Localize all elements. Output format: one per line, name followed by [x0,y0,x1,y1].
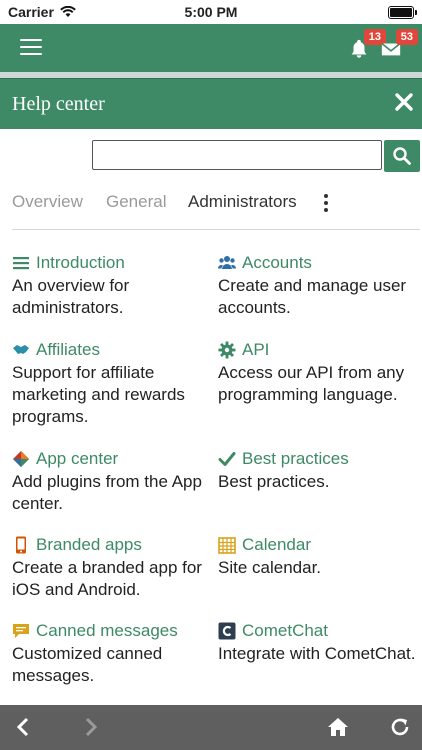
topic-description: Site calendar. [218,558,322,577]
topic-title: App center [36,449,119,468]
tab-bar: Overview General Administrators [12,192,410,216]
gear-icon [218,341,236,359]
battery-icon [388,6,417,19]
topic-title: Affiliates [36,340,100,359]
topic-title: API [242,340,270,359]
search-bar [92,140,420,172]
list-icon [13,257,29,270]
help-center-header: Help center [0,78,422,129]
search-button[interactable] [384,140,420,172]
topic-introduction: Introduction An overview for administrat… [12,252,212,319]
app-bar: 13 53 [0,24,422,72]
chat-icon [13,624,29,638]
tab-overview[interactable]: Overview [12,192,83,212]
tab-general[interactable]: General [106,192,166,212]
puzzle-icon [13,451,29,467]
panel-title: Help center [12,93,105,115]
topic-link[interactable]: Affiliates [12,339,212,361]
reload-button[interactable] [388,715,412,739]
topic-branded-apps: Branded apps Create a branded app for iO… [12,534,212,601]
menu-bar-line [20,46,42,48]
topic-title: Introduction [36,253,125,272]
close-button[interactable] [394,92,414,112]
topic-calendar: Calendar Site calendar. [218,534,418,579]
notifications-button[interactable]: 13 [348,29,386,63]
kebab-dot-icon [324,201,328,205]
topic-link[interactable]: Canned messages [12,620,212,642]
topic-accounts: Accounts Create and manage user accounts… [218,252,418,319]
topic-description: Add plugins from the App center. [12,472,202,513]
chevron-left-icon [16,717,29,737]
browser-toolbar [0,705,422,750]
topic-link[interactable]: Calendar [218,534,418,556]
messages-button[interactable]: 53 [380,29,418,63]
topic-description: Support for affiliate marketing and rewa… [12,363,185,426]
more-tabs-button[interactable] [324,194,330,214]
topic-app-center: App center Add plugins from the App cent… [12,448,212,515]
topic-title: Branded apps [36,535,142,554]
search-input[interactable] [92,140,382,170]
menu-bar-line [20,53,42,55]
menu-button[interactable] [20,39,42,57]
topic-affiliates: Affiliates Support for affiliate marketi… [12,339,212,428]
topic-api: API Access our API from any programming … [218,339,418,406]
check-icon [218,452,236,466]
status-time: 5:00 PM [184,4,238,20]
status-bar: Carrier 5:00 PM [0,0,422,24]
back-button[interactable] [12,715,36,739]
calendar-icon [218,537,236,554]
topic-description: An overview for administrators. [12,276,130,317]
topic-description: Create and manage user accounts. [218,276,407,317]
topic-link[interactable]: Introduction [12,252,212,274]
topic-title: CometChat [242,621,328,640]
messages-badge: 53 [395,29,418,45]
topic-link[interactable]: CometChat [218,620,418,642]
search-icon [393,147,411,165]
mobile-icon [16,536,26,554]
home-icon [328,718,348,736]
menu-bar-line [20,39,42,41]
topic-canned-messages: Canned messages Customized canned messag… [12,620,212,687]
topic-title: Calendar [242,535,311,554]
tabs-divider [12,229,420,230]
topic-description: Customized canned messages. [12,644,163,685]
close-icon [395,93,413,111]
topic-title: Accounts [242,253,312,272]
kebab-dot-icon [324,208,328,212]
topic-link[interactable]: API [218,339,418,361]
cometchat-icon [218,622,236,640]
forward-button[interactable] [78,715,102,739]
topic-best-practices: Best practices Best practices. [218,448,418,493]
topic-link[interactable]: Accounts [218,252,418,274]
topic-description: Integrate with CometChat. [218,644,416,663]
topic-description: Access our API from any programming lang… [218,363,405,404]
chevron-right-icon [85,717,98,737]
topic-link[interactable]: Best practices [218,448,418,470]
topic-link[interactable]: App center [12,448,212,470]
topic-description: Best practices. [218,472,330,491]
users-icon [218,256,236,269]
handshake-icon [13,345,29,354]
topic-cometchat: CometChat Integrate with CometChat. [218,620,418,665]
kebab-dot-icon [324,194,328,198]
topic-link[interactable]: Branded apps [12,534,212,556]
refresh-icon [391,718,409,736]
tab-administrators[interactable]: Administrators [188,192,297,212]
topic-title: Best practices [242,449,349,468]
topic-title: Canned messages [36,621,178,640]
home-button[interactable] [326,715,350,739]
topic-description: Create a branded app for iOS and Android… [12,558,202,599]
